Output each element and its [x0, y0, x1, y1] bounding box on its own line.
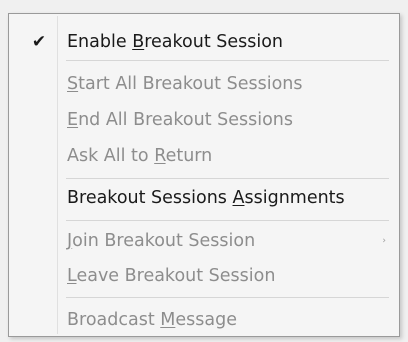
menu-item-label: Leave Breakout Session: [67, 266, 276, 286]
menu-item-label: Breakout Sessions Assignments: [67, 188, 345, 208]
menu-item-join-breakout-session[interactable]: Join Breakout Session ›: [10, 223, 398, 259]
chevron-right-icon: ›: [382, 236, 386, 246]
menu-item-label: Start All Breakout Sessions: [67, 74, 303, 94]
menu-item-leave-breakout-session[interactable]: Leave Breakout Session: [10, 258, 398, 294]
menu-item-label: Broadcast Message: [67, 310, 237, 330]
menu-separator: [66, 297, 389, 298]
menu-separator: [66, 220, 389, 221]
menu-item-enable-breakout-session[interactable]: ✔ Enable Breakout Session: [10, 24, 398, 60]
check-icon: ✔: [31, 32, 47, 52]
menu-separator: [66, 60, 389, 61]
menu-item-label: Enable Breakout Session: [67, 32, 284, 52]
menu-item-label: Join Breakout Session: [67, 231, 256, 251]
menu-item-start-all-breakout-sessions[interactable]: Start All Breakout Sessions: [10, 66, 398, 102]
menu-separator: [66, 178, 389, 179]
menu-item-label: End All Breakout Sessions: [67, 110, 294, 130]
menu-item-end-all-breakout-sessions[interactable]: End All Breakout Sessions: [10, 102, 398, 138]
menu-item-breakout-sessions-assignments[interactable]: Breakout Sessions Assignments: [10, 180, 398, 216]
menu-item-broadcast-message[interactable]: Broadcast Message: [10, 302, 398, 338]
menu-item-ask-all-to-return[interactable]: Ask All to Return: [10, 138, 398, 174]
menu-item-label: Ask All to Return: [67, 146, 213, 166]
context-menu: ✔ Enable Breakout Session Start All Brea…: [8, 13, 400, 337]
